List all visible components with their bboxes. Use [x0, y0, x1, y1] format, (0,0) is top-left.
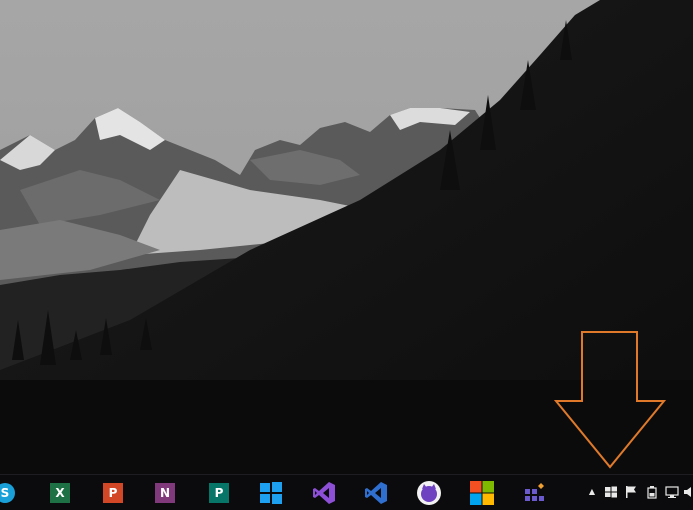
- show-hidden-icons-chevron-icon[interactable]: ▲: [585, 485, 599, 499]
- network-icon[interactable]: [665, 485, 679, 499]
- windows-tray-icon[interactable]: [604, 485, 618, 499]
- skype-icon[interactable]: S: [0, 480, 18, 506]
- visual-studio-logo-purple: [313, 482, 335, 504]
- down-arrow-shape: [553, 331, 667, 469]
- volume-icon[interactable]: [683, 485, 693, 499]
- excel-icon[interactable]: X: [47, 480, 73, 506]
- publisher-icon[interactable]: P: [206, 480, 232, 506]
- annotation-arrow: [553, 330, 667, 470]
- app-tiles-icon[interactable]: [522, 480, 548, 506]
- battery-plug-icon: [647, 486, 657, 499]
- visual-studio-blue-icon[interactable]: [363, 480, 389, 506]
- publisher-tile: P: [209, 483, 229, 503]
- battery-icon[interactable]: [645, 485, 659, 499]
- microsoft-store-icon[interactable]: [469, 480, 495, 506]
- github-desktop-icon[interactable]: [416, 480, 442, 506]
- grid-tiles-icon: [525, 483, 544, 501]
- excel-tile: X: [50, 483, 70, 503]
- windows-logo-icon: [260, 482, 282, 504]
- powerpoint-tile: P: [103, 483, 123, 503]
- github-cat-icon: [417, 481, 441, 505]
- windows-small-icon: [605, 486, 617, 498]
- network-monitor-icon: [665, 486, 679, 498]
- onenote-tile: N: [155, 483, 175, 503]
- taskbar: S X P N P ▲: [0, 474, 693, 510]
- skype-tile: S: [0, 483, 15, 503]
- flag-icon: [626, 486, 636, 498]
- speaker-icon: [684, 487, 691, 497]
- onenote-icon[interactable]: N: [152, 480, 178, 506]
- visual-studio-purple-icon[interactable]: [311, 480, 337, 506]
- powerpoint-icon[interactable]: P: [100, 480, 126, 506]
- visual-studio-logo-blue: [365, 482, 387, 504]
- windows-store-icon[interactable]: [258, 480, 284, 506]
- action-center-flag-icon[interactable]: [624, 485, 638, 499]
- microsoft-four-squares-icon: [470, 481, 494, 505]
